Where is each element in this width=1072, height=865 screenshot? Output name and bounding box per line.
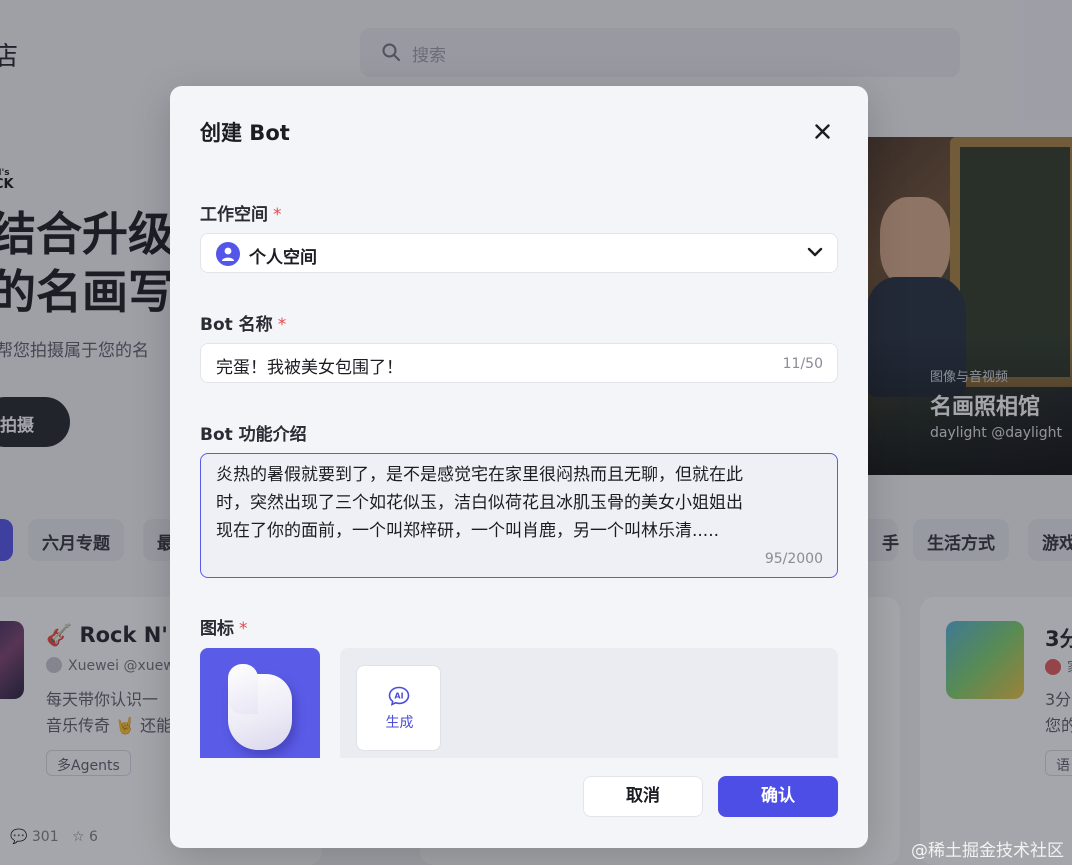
user-icon: [216, 242, 240, 266]
workspace-value: 个人空间: [249, 248, 317, 268]
workspace-select[interactable]: 个人空间: [200, 233, 838, 273]
dialog-title: 创建 Bot: [200, 121, 290, 145]
ai-sparkle-icon: AI: [388, 686, 410, 706]
bot-description-counter: 95/2000: [764, 551, 823, 567]
watermark: @稀土掘金技术社区: [911, 841, 1064, 861]
icon-label: 图标 *: [200, 619, 248, 639]
chevron-down-icon: [807, 247, 823, 257]
bot-description-value: 炎热的暑假就要到了，是不是感觉宅在家里很闷热而且无聊，但就在此时，突然出现了三个…: [216, 465, 743, 541]
bot-description-label: Bot 功能介绍: [200, 425, 307, 445]
icon-options-area: AI 生成: [340, 648, 838, 758]
close-button[interactable]: [806, 117, 838, 145]
svg-text:AI: AI: [394, 692, 403, 701]
workspace-label: 工作空间 *: [200, 205, 282, 225]
bot-name-value: 完蛋！我被美女包围了！: [216, 358, 403, 378]
cancel-button[interactable]: 取消: [583, 776, 703, 817]
bot-name-input[interactable]: 完蛋！我被美女包围了！ 11/50: [200, 343, 838, 383]
bot-description-textarea[interactable]: 炎热的暑假就要到了，是不是感觉宅在家里很闷热而且无聊，但就在此时，突然出现了三个…: [200, 453, 838, 578]
confirm-button[interactable]: 确认: [718, 776, 838, 817]
ai-generate-button[interactable]: AI 生成: [356, 665, 441, 751]
required-marker: *: [273, 205, 282, 225]
bot-logo-icon: [228, 664, 292, 750]
bot-name-counter: 11/50: [782, 356, 823, 372]
required-marker: *: [239, 619, 248, 639]
required-marker: *: [277, 315, 287, 335]
bot-name-label: Bot 名称 *: [200, 315, 287, 335]
ai-generate-label: 生成: [385, 715, 414, 731]
close-icon: [815, 124, 830, 139]
bot-icon-preview[interactable]: [200, 648, 320, 758]
create-bot-dialog: 创建 Bot 工作空间 * 个人空间 Bot 名称 * 完蛋！我被美女包围了！ 11…: [170, 86, 868, 848]
